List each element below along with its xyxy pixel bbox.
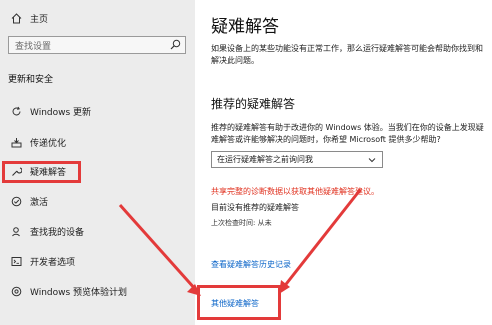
refresh-icon [10, 106, 22, 118]
sidebar-item-insider-program[interactable]: Windows 预览体验计划 [0, 285, 127, 298]
delivery-icon [10, 137, 22, 149]
sidebar-item-label: 激活 [30, 198, 49, 208]
section-title: 更新和安全 [8, 75, 54, 85]
highlight-box-other-troubleshooters [197, 285, 281, 320]
recommendation-status: 目前没有推荐的疑难解答 [211, 203, 299, 212]
troubleshoot-preference-dropdown[interactable]: 在运行疑难解答之前询问我 [211, 151, 383, 168]
page-title: 疑难解答 [211, 17, 279, 37]
chevron-down-icon [367, 155, 377, 167]
sidebar-item-label: 开发者选项 [30, 258, 76, 268]
home-icon [10, 13, 22, 25]
search-icon [170, 39, 181, 53]
insider-icon [10, 286, 22, 298]
sidebar-item-label: Windows 预览体验计划 [30, 288, 128, 298]
diagnostic-data-link[interactable]: 共享完整的诊断数据以获取其他疑难解答建议。 [211, 186, 379, 197]
person-search-icon [10, 226, 22, 238]
recommended-description: 推荐的疑难解答有助于改进你的 Windows 体验。当我们在你的设备上发现疑难解… [211, 123, 484, 144]
sidebar-item-label: 传递优化 [30, 139, 67, 149]
sidebar-item-label: 查找我的设备 [30, 228, 85, 238]
search-placeholder: 查找设置 [15, 41, 52, 52]
sidebar-item-label: Windows 更新 [30, 108, 92, 118]
sidebar-item-delivery-optimization[interactable]: 传递优化 [0, 136, 66, 149]
history-link[interactable]: 查看疑难解答历史记录 [211, 259, 291, 270]
recommended-heading: 推荐的疑难解答 [211, 97, 296, 111]
sidebar-item-windows-update[interactable]: Windows 更新 [0, 105, 91, 118]
developer-icon [10, 256, 22, 268]
sidebar-item-label: 主页 [30, 15, 49, 25]
sidebar-item-find-my-device[interactable]: 查找我的设备 [0, 225, 84, 238]
search-input[interactable]: 查找设置 [8, 36, 186, 54]
last-checked-text: 上次检查时间: 从未 [211, 219, 272, 227]
dropdown-value: 在运行疑难解答之前询问我 [217, 155, 313, 164]
highlight-box-troubleshoot [2, 161, 81, 183]
sidebar-item-activation[interactable]: 激活 [0, 195, 48, 208]
sidebar-item-developer-options[interactable]: 开发者选项 [0, 255, 75, 268]
settings-sidebar: 主页 查找设置 更新和安全 Windows 更新 传递优化 疑难解答 激活 查找… [0, 0, 195, 325]
page-description: 如果设备上的某些功能没有正常工作，那么运行疑难解答可能会帮助你找到和解决此问题。 [211, 44, 483, 65]
sidebar-item-home[interactable]: 主页 [0, 12, 48, 25]
check-circle-icon [10, 196, 22, 208]
